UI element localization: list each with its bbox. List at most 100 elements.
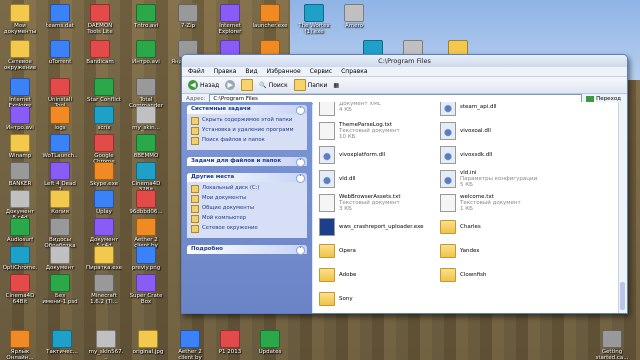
desktop-icon[interactable]: 8BEMMO [128,134,164,159]
file-item[interactable]: ThemeParseLog.txt Текстовый документ 10 КБ [319,120,443,142]
collapse-chevron-icon[interactable]: ˄ [296,174,305,183]
desktop-icon[interactable]: WoTLaunch... [42,134,78,165]
file-item[interactable]: Opera [319,240,443,262]
panel-header[interactable]: Другие места ˄ [187,173,307,183]
file-item[interactable]: vivoxplatform.dll [319,144,443,166]
desktop-icon[interactable]: Amero [336,4,372,29]
desktop-icon[interactable]: Skype.exe [86,162,122,187]
expand-chevron-icon[interactable]: ˅ [296,158,305,167]
desktop-icon[interactable]: Uninstall Tool [42,78,78,109]
file-item[interactable]: steam_api.dll [440,102,564,118]
task-add-remove-programs[interactable]: Установка и удаление программ [191,127,303,135]
place-network[interactable]: Сетевое окружение [191,225,303,233]
menu-help[interactable]: Справка [341,67,367,76]
desktop-icon[interactable]: scrix [86,106,122,131]
desktop-icon[interactable]: previy.png [128,246,164,271]
place-local-disk[interactable]: Локальный диск (C:) [191,185,303,193]
desktop-icon[interactable]: Видосы Обработка [42,218,78,249]
file-item[interactable]: wws_crashreport_uploader.exe [319,216,443,238]
desktop-icon[interactable]: 7-Zip [170,4,206,29]
desktop-icon[interactable]: original.jpg [130,330,166,355]
file-item[interactable]: Sony [319,288,443,310]
views-button[interactable]: ▦ [333,82,339,89]
desktop-icon[interactable]: Internet Explorer [212,4,248,35]
desktop-icon[interactable]: 96dbbd06... [128,190,164,215]
desktop-icon[interactable]: Cinema4D 64Bit [2,274,38,305]
desktop-icon[interactable]: Документ 5.c4d [86,218,122,249]
file-item[interactable]: WebBrowserAssets.txt Текстовый документ 3 … [319,192,443,214]
file-item[interactable]: welcome.txt Текстовый документ 1 КБ [440,192,564,214]
desktop-icon[interactable]: my_skin... [128,106,164,131]
desktop-icon[interactable]: Сетевое окружение [2,40,38,71]
desktop-icon[interactable]: Документ 8.c4d [2,190,38,221]
desktop-icon[interactable]: Super Crate Box [128,274,164,305]
desktop-icon[interactable]: Internet Explorer [2,78,38,109]
file-item[interactable]: vld.dll [319,168,443,190]
scrollbar-thumb[interactable] [620,282,625,310]
panel-header[interactable]: Задачи для файлов и папок ˅ [187,157,307,167]
menu-edit[interactable]: Правка [214,67,237,76]
panel-header[interactable]: Подробно ˅ [187,245,307,255]
desktop-icon[interactable]: Копия [42,190,78,215]
desktop-icon[interactable]: Aether 2 client by Nikocage [128,218,164,249]
desktop-icon[interactable]: Left 4 Dead 2 [42,162,78,193]
desktop-icon[interactable]: BANKER [2,162,38,187]
forward-button[interactable]: ▶ [225,80,236,90]
menu-favorites[interactable]: Избранное [267,67,301,76]
desktop-icon[interactable]: Документ [42,246,78,271]
desktop-icon[interactable]: logs [42,106,78,131]
back-button[interactable]: ◀ Назад [188,80,219,90]
menu-file[interactable]: Файл [188,67,205,76]
file-item[interactable]: Adobe [319,264,443,286]
folders-button[interactable]: Папки [293,79,327,91]
place-shared-documents[interactable]: Общие документы [191,205,303,213]
desktop-icon[interactable]: Winamp [2,134,38,159]
file-item[interactable]: vld.ini Параметры конфигурации 5 КБ [440,168,564,190]
desktop-icon[interactable]: Star Conflict [86,78,122,103]
vertical-scrollbar[interactable] [618,102,627,313]
desktop-icon[interactable]: Интро.avi [2,106,38,131]
desktop-icon[interactable]: Minecraft 1.6.2 (Ti... [86,274,122,305]
desktop-icon[interactable]: Uplay [86,190,122,215]
desktop-icon[interactable]: Без имени-1.psd [42,274,78,305]
window-titlebar[interactable]: C:\Program Files [182,55,627,67]
file-item[interactable]: Charles [440,216,564,238]
file-item[interactable]: vivoxsdk.dll [440,144,564,166]
desktop-icon[interactable]: DAEMON Tools Lite [82,4,118,35]
place-my-computer[interactable]: Мой компьютер [191,215,303,223]
file-item[interactable]: Документ XML 4 КБ [319,102,443,118]
desktop-icon[interactable]: Total Commander [128,78,164,109]
menu-view[interactable]: Вид [245,67,257,76]
task-hide-folder[interactable]: Скрыть содержимое этой папки [191,117,303,125]
desktop-icon[interactable]: Cinema4D 32Bit [128,162,164,193]
file-item[interactable]: Clownfish [440,264,564,286]
desktop-icon[interactable]: P1 2013 [212,330,248,355]
desktop-icon[interactable]: Aether 2 client by Nikocage [172,330,208,360]
desktop-icon[interactable]: Пиратка.exe [86,246,122,271]
desktop-icon[interactable]: Tntro.avi [128,4,164,29]
place-my-documents[interactable]: Мои документы [191,195,303,203]
menu-tools[interactable]: Сервис [310,67,332,76]
desktop-icon[interactable]: OptiChrome... [2,246,38,277]
file-item[interactable]: Yandex [440,240,564,262]
desktop-icon[interactable]: Getting started.ca... [594,330,630,360]
desktop-icon[interactable]: Google Chrome [86,134,122,165]
desktop-icon[interactable]: launcher.exe [252,4,288,29]
file-item[interactable]: vivoxoal.dll [440,120,564,142]
desktop-icon[interactable]: uTorrent [42,40,78,65]
desktop-icon[interactable]: Updates [252,330,288,355]
task-search-files[interactable]: Поиск файлов и папок [191,137,303,145]
desktop-icon[interactable]: Bandicam [82,40,118,65]
search-button[interactable]: 🔍 Поиск [259,82,288,89]
panel-header[interactable]: Системные задачи ˄ [187,105,307,115]
desktop-icon[interactable]: The Wortex (1).exe [296,4,332,35]
desktop-icon[interactable]: Интро.avi [128,40,164,65]
collapse-chevron-icon[interactable]: ˄ [296,106,305,115]
desktop-icon[interactable]: Ярлык Онлайн... [2,330,38,360]
desktop-icon[interactable]: Audiosurf [2,218,38,243]
desktop-icon[interactable]: teams.dat [42,4,78,29]
desktop-icon[interactable]: Мои документы [2,4,38,35]
up-button[interactable] [241,79,254,91]
desktop-icon[interactable]: Тактичес... [44,330,80,355]
desktop-icon[interactable]: my_skin567... [88,330,124,360]
